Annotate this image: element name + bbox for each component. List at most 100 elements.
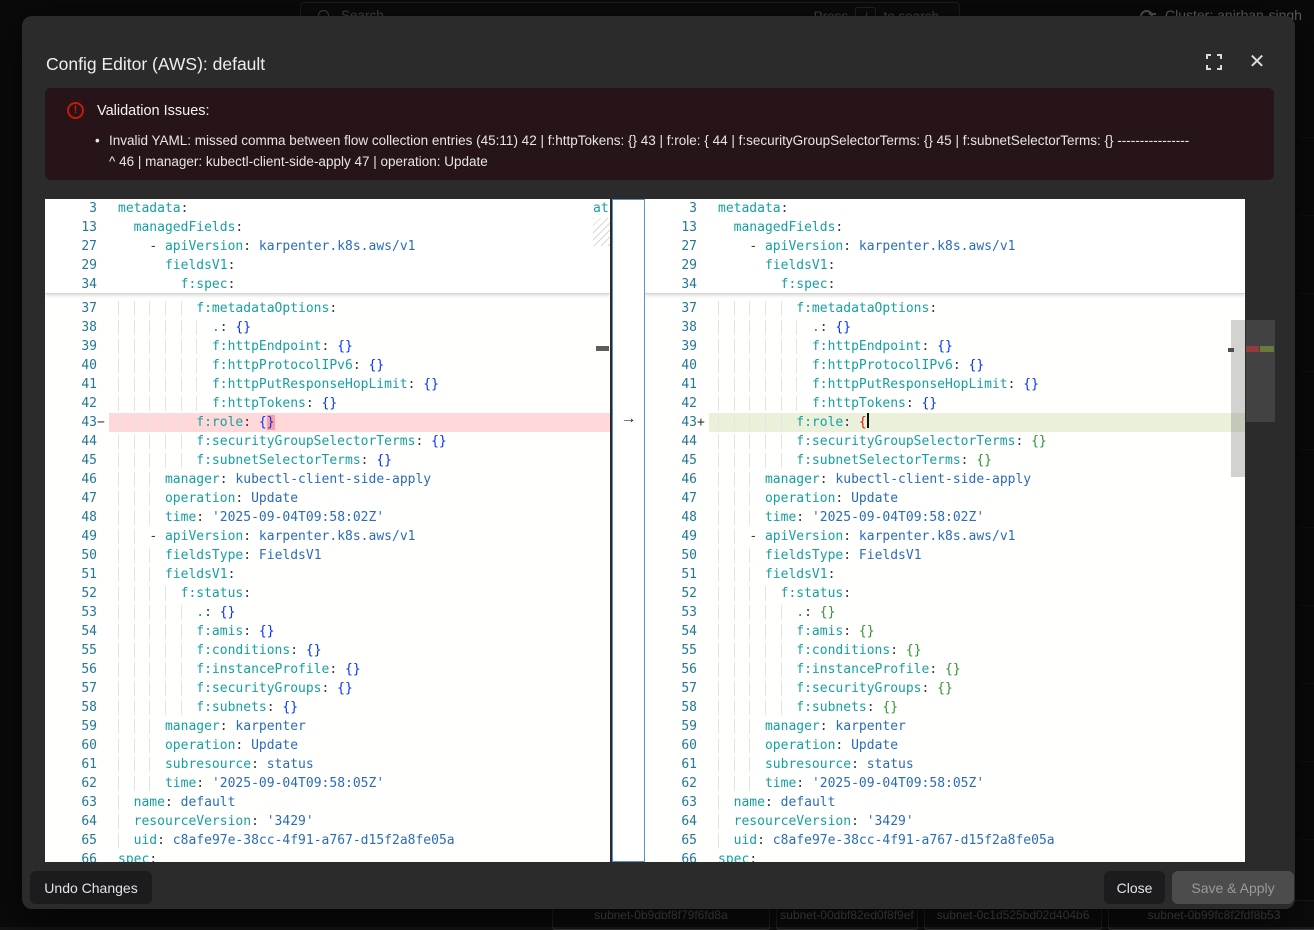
code-line[interactable]: 65 uid: c8afe97e-38cc-4f91-a767-d15f2a8f… [45, 831, 610, 850]
code-line[interactable]: 47 operation: Update [645, 489, 1245, 508]
code-line[interactable]: 54 f:amis: {} [45, 622, 610, 641]
close-footer-button[interactable]: Close [1104, 871, 1165, 904]
line-number: 60 [645, 736, 697, 755]
code-line[interactable]: 40 f:httpProtocolIPv6: {} [45, 356, 610, 375]
diff-marker [97, 199, 109, 218]
code-line[interactable]: 56 f:instanceProfile: {} [45, 660, 610, 679]
fullscreen-button[interactable] [1200, 48, 1228, 76]
code-line[interactable]: 48 time: '2025-09-04T09:58:02Z' [645, 508, 1245, 527]
code-line[interactable]: 49 - apiVersion: karpenter.k8s.aws/v1 [45, 527, 610, 546]
code-line[interactable]: 63 name: default [645, 793, 1245, 812]
code-line[interactable]: 55 f:conditions: {} [45, 641, 610, 660]
code-line[interactable]: 46 manager: kubectl-client-side-apply [45, 470, 610, 489]
code-line[interactable]: 56 f:instanceProfile: {} [645, 660, 1245, 679]
code-line[interactable]: 53 .: {} [45, 603, 610, 622]
code-line[interactable]: 49 - apiVersion: karpenter.k8s.aws/v1 [645, 527, 1245, 546]
line-number: 55 [645, 641, 697, 660]
code-line[interactable]: 66spec: [645, 850, 1245, 862]
code-line[interactable]: 50 fieldsType: FieldsV1 [45, 546, 610, 565]
code-line[interactable]: 13 managedFields: [45, 218, 610, 237]
dialog-title: Config Editor (AWS): default [46, 54, 265, 75]
line-number: 42 [45, 394, 97, 413]
code-line[interactable]: 50 fieldsType: FieldsV1 [645, 546, 1245, 565]
code-line[interactable]: 65 uid: c8afe97e-38cc-4f91-a767-d15f2a8f… [645, 831, 1245, 850]
code-line[interactable]: 39 f:httpEndpoint: {} [45, 337, 610, 356]
code-line[interactable]: 38 .: {} [45, 318, 610, 337]
code-line[interactable]: 58 f:subnets: {} [45, 698, 610, 717]
code-line[interactable]: 61 subresource: status [45, 755, 610, 774]
code-line[interactable]: 60 operation: Update [645, 736, 1245, 755]
code-line[interactable]: 43− f:role: {} [45, 413, 610, 432]
code-line[interactable]: 27 - apiVersion: karpenter.k8s.aws/v1 [45, 237, 610, 256]
code-line[interactable]: 34 f:spec: [645, 275, 1245, 294]
diff-marker [697, 660, 709, 679]
code-line[interactable]: 57 f:securityGroups: {} [45, 679, 610, 698]
code-line[interactable]: 54 f:amis: {} [645, 622, 1245, 641]
left-scrollbar-slider[interactable] [596, 346, 609, 351]
code-line[interactable]: 61 subresource: status [645, 755, 1245, 774]
code-line[interactable]: 3metadata: [45, 199, 610, 218]
code-line[interactable]: 40 f:httpProtocolIPv6: {} [645, 356, 1245, 375]
code-line[interactable]: 29 fieldsV1: [645, 256, 1245, 275]
right-scrollbar-slider[interactable] [1231, 320, 1245, 477]
code-line[interactable]: 51 fieldsV1: [45, 565, 610, 584]
code-line[interactable]: 47 operation: Update [45, 489, 610, 508]
code-line[interactable]: 37 f:metadataOptions: [45, 299, 610, 318]
line-number: 44 [645, 432, 697, 451]
save-apply-button[interactable]: Save & Apply [1172, 871, 1294, 904]
code-line[interactable]: 46 manager: kubectl-client-side-apply [645, 470, 1245, 489]
code-text: f:subnets: {} [109, 698, 610, 717]
code-line[interactable]: 63 name: default [45, 793, 610, 812]
code-line[interactable]: 64 resourceVersion: '3429' [645, 812, 1245, 831]
code-line[interactable]: 13 managedFields: [645, 218, 1245, 237]
code-line[interactable]: 58 f:subnets: {} [645, 698, 1245, 717]
code-line[interactable]: 44 f:securityGroupSelectorTerms: {} [645, 432, 1245, 451]
code-line[interactable]: 43+ f:role: { [645, 413, 1245, 432]
code-line[interactable]: 55 f:conditions: {} [645, 641, 1245, 660]
code-line[interactable]: 38 .: {} [645, 318, 1245, 337]
code-text: f:httpTokens: {} [109, 394, 610, 413]
diff-pane-original[interactable]: 3metadata:13 managedFields:27 - apiVersi… [45, 199, 610, 862]
code-line[interactable]: 52 f:status: [645, 584, 1245, 603]
code-line[interactable]: 59 manager: karpenter [45, 717, 610, 736]
diff-sash[interactable]: → [612, 199, 645, 862]
code-text: f:httpEndpoint: {} [109, 337, 610, 356]
code-line[interactable]: 53 .: {} [645, 603, 1245, 622]
code-line[interactable]: 59 manager: karpenter [645, 717, 1245, 736]
diff-marker [97, 641, 109, 660]
code-line[interactable]: 60 operation: Update [45, 736, 610, 755]
code-line[interactable]: 45 f:subnetSelectorTerms: {} [45, 451, 610, 470]
diff-marker [97, 375, 109, 394]
code-line[interactable]: 37 f:metadataOptions: [645, 299, 1245, 318]
diff-marker [697, 508, 709, 527]
code-line[interactable]: 29 fieldsV1: [45, 256, 610, 275]
code-line[interactable]: 62 time: '2025-09-04T09:58:05Z' [45, 774, 610, 793]
code-line[interactable]: 34 f:spec: [45, 275, 610, 294]
code-line[interactable]: 39 f:httpEndpoint: {} [645, 337, 1245, 356]
diff-pane-modified[interactable]: 3metadata:13 managedFields:27 - apiVersi… [645, 199, 1245, 862]
code-line[interactable]: 3metadata: [645, 199, 1245, 218]
code-line[interactable]: 62 time: '2025-09-04T09:58:05Z' [645, 774, 1245, 793]
revert-change-arrow-icon[interactable]: → [613, 410, 644, 428]
code-text: f:status: [109, 584, 610, 603]
close-button[interactable]: ✕ [1243, 48, 1271, 76]
code-line[interactable]: 44 f:securityGroupSelectorTerms: {} [45, 432, 610, 451]
diff-overview-ruler[interactable] [1246, 199, 1276, 862]
code-line[interactable]: 42 f:httpTokens: {} [45, 394, 610, 413]
code-line[interactable]: 64 resourceVersion: '3429' [45, 812, 610, 831]
line-number: 38 [645, 318, 697, 337]
code-text: f:instanceProfile: {} [109, 660, 610, 679]
code-line[interactable]: 41 f:httpPutResponseHopLimit: {} [645, 375, 1245, 394]
code-line[interactable]: 51 fieldsV1: [645, 565, 1245, 584]
code-line[interactable]: 66spec: [45, 850, 610, 862]
code-line[interactable]: 52 f:status: [45, 584, 610, 603]
code-line[interactable]: 42 f:httpTokens: {} [645, 394, 1245, 413]
line-number: 61 [45, 755, 97, 774]
code-line[interactable]: 27 - apiVersion: karpenter.k8s.aws/v1 [645, 237, 1245, 256]
code-line[interactable]: 41 f:httpPutResponseHopLimit: {} [45, 375, 610, 394]
code-line[interactable]: 45 f:subnetSelectorTerms: {} [645, 451, 1245, 470]
undo-changes-button[interactable]: Undo Changes [30, 871, 152, 904]
code-line[interactable]: 48 time: '2025-09-04T09:58:02Z' [45, 508, 610, 527]
diff-marker [697, 622, 709, 641]
code-line[interactable]: 57 f:securityGroups: {} [645, 679, 1245, 698]
